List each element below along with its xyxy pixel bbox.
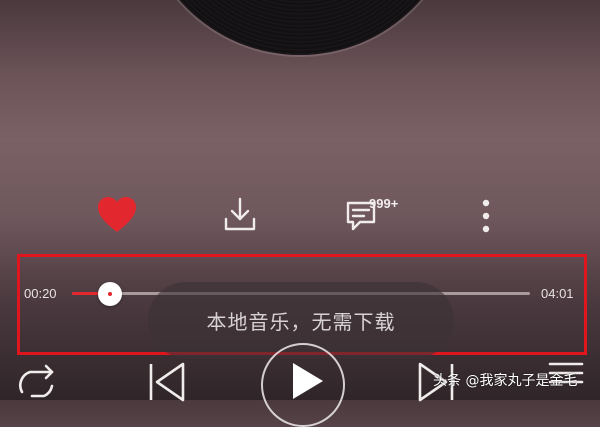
total-time: 04:01 <box>541 286 574 301</box>
skip-previous-icon <box>149 362 185 402</box>
comment-count-badge: 999+ <box>369 196 399 211</box>
repeat-icon <box>19 364 54 398</box>
download-icon <box>224 197 256 231</box>
action-bar <box>0 190 600 250</box>
more-button[interactable] <box>461 190 511 240</box>
progress-thumb[interactable] <box>98 282 122 306</box>
watermark: 头条 @我家丸子是金毛 <box>433 373 578 389</box>
like-button[interactable] <box>92 190 142 240</box>
play-button[interactable] <box>261 343 345 427</box>
heart-icon <box>98 197 136 232</box>
download-button[interactable] <box>215 190 265 240</box>
previous-button[interactable] <box>145 360 189 404</box>
toast-text: 本地音乐，无需下载 <box>206 309 396 334</box>
more-vertical-icon <box>482 199 490 233</box>
repeat-button[interactable] <box>14 362 60 400</box>
album-disc <box>140 0 460 55</box>
current-time: 00:20 <box>24 286 57 301</box>
play-icon <box>293 363 323 399</box>
